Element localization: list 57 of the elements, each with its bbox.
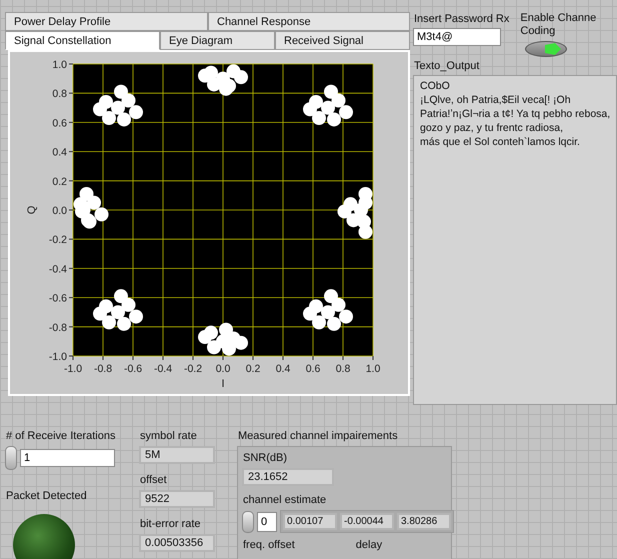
- numeric-field[interactable]: 1: [20, 449, 115, 467]
- spinner-control[interactable]: [242, 510, 254, 532]
- numeric-indicator: 5M: [139, 446, 215, 464]
- field-label: offset: [139, 473, 168, 487]
- field-label: Insert Password Rx: [413, 12, 510, 26]
- field-label: SNR(dB): [242, 451, 288, 465]
- y-tick-label: -0.4: [48, 263, 67, 276]
- field-label: Texto_Output: [413, 59, 480, 73]
- field-label: channel estimate: [242, 493, 326, 507]
- x-tick-label: -1.0: [64, 363, 82, 375]
- tab[interactable]: Received Signal: [275, 31, 410, 50]
- field-label: freq. offset: [242, 538, 295, 552]
- y-axis-label: Q: [26, 206, 38, 214]
- y-tick-label: 1.0: [52, 59, 67, 71]
- x-axis-label: I: [221, 378, 225, 390]
- tab[interactable]: Signal Constellation: [5, 31, 160, 50]
- y-tick-label: 0.6: [52, 117, 67, 130]
- field-label: Packet Detected: [5, 489, 88, 503]
- field-label: # of Receive Iterations: [5, 429, 116, 443]
- index-field[interactable]: 0: [257, 512, 277, 532]
- numeric-indicator: 23.1652: [242, 468, 334, 486]
- group-title: Measured channel impairements: [237, 429, 399, 443]
- x-tick-label: 1.0: [366, 363, 380, 375]
- field-label: bit-error rate: [139, 517, 202, 531]
- password-field[interactable]: M3t4@: [413, 28, 501, 46]
- y-tick-label: 0.8: [52, 88, 67, 100]
- y-tick-label: 0.2: [52, 176, 67, 188]
- field-label: delay: [354, 538, 382, 552]
- x-tick-label: 0.8: [336, 363, 350, 375]
- numeric-indicator: 9522: [139, 490, 215, 508]
- x-tick-label: -0.2: [184, 363, 202, 375]
- y-tick-label: -0.6: [48, 292, 67, 305]
- indicator-light-icon: [545, 43, 562, 55]
- tab[interactable]: Channel Response: [208, 12, 410, 31]
- numeric-indicator: 0.00107: [283, 513, 337, 530]
- tab[interactable]: Power Delay Profile: [5, 12, 208, 31]
- x-tick-label: 0.4: [276, 363, 290, 375]
- numeric-indicator: -0.00044: [340, 513, 394, 530]
- y-tick-label: 0.4: [52, 146, 67, 159]
- y-tick-label: -0.2: [48, 234, 67, 246]
- spinner-control[interactable]: [5, 446, 17, 470]
- x-tick-label: -0.4: [154, 363, 172, 375]
- field-label: symbol rate: [139, 429, 198, 443]
- y-tick-label: -1.0: [48, 351, 67, 363]
- numeric-indicator: 3.80286: [397, 513, 451, 530]
- x-tick-label: 0.6: [306, 363, 320, 375]
- x-tick-label: -0.8: [94, 363, 112, 375]
- y-tick-label: 0.0: [52, 205, 67, 217]
- x-tick-label: 0.0: [216, 363, 230, 375]
- tab[interactable]: Eye Diagram: [160, 31, 275, 50]
- y-tick-label: -0.8: [48, 322, 67, 334]
- text-output: CObO ¡LQlve, oh Patria,$Eil veca[! ¡Oh Patria!ʼn¡Gl¬ria a t¢! Ya tq pebho rebosa, gozo y paz, y tu frentc radiosa, más que el Sol conteh`lamos lqcir.: [413, 75, 617, 405]
- numeric-indicator: 0.00503356: [139, 534, 215, 552]
- field-label: Enable Channe Coding: [519, 12, 596, 38]
- x-tick-label: -0.6: [124, 363, 142, 375]
- x-tick-label: 0.2: [246, 363, 260, 375]
- toggle-switch[interactable]: [525, 41, 568, 57]
